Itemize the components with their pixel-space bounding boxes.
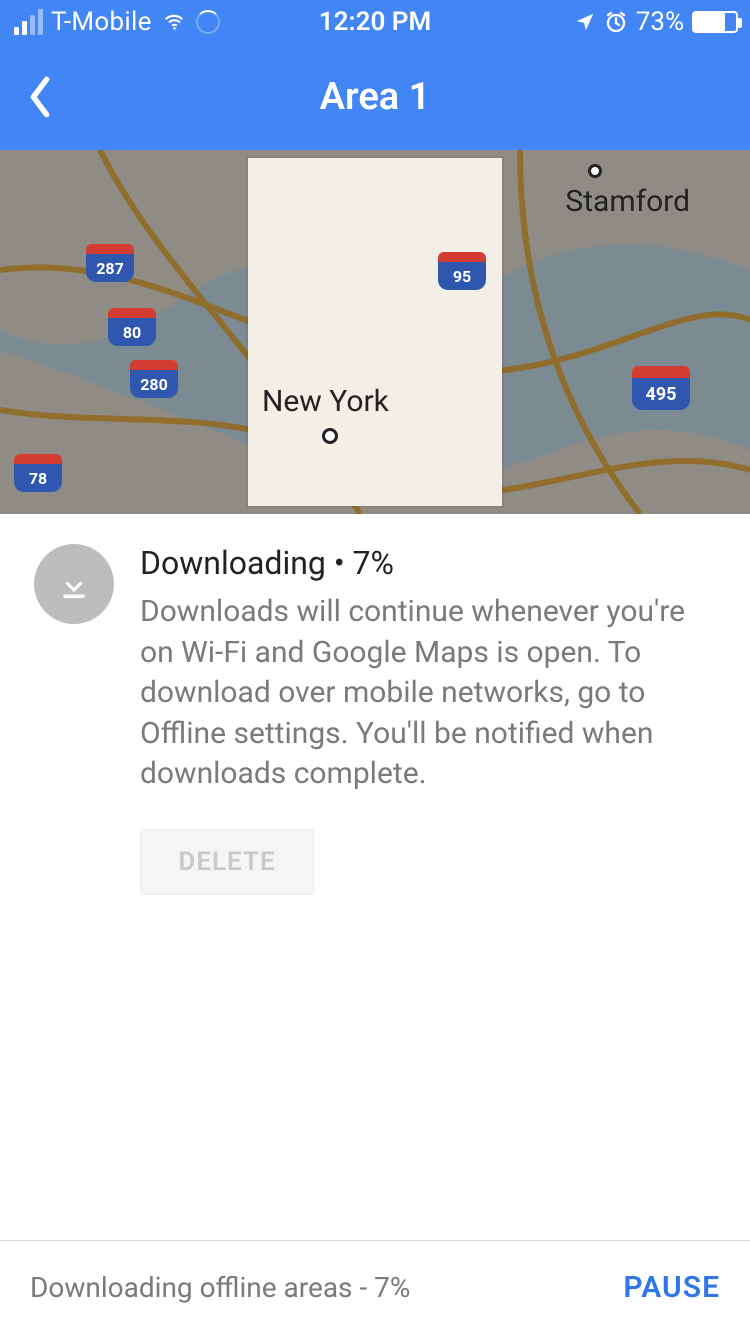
download-status: Downloading • 7% xyxy=(140,544,722,582)
map-city-label: New York xyxy=(262,384,389,419)
bottom-bar: Downloading offline areas - 7% PAUSE xyxy=(0,1240,750,1334)
pause-button[interactable]: PAUSE xyxy=(623,1270,720,1305)
back-button[interactable] xyxy=(16,73,64,121)
map-selection-window: 95 xyxy=(248,158,502,506)
page-title: Area 1 xyxy=(0,75,750,119)
battery-fill xyxy=(694,13,725,31)
delete-button[interactable]: DELETE xyxy=(140,829,314,895)
interstate-shield-icon: 95 xyxy=(438,252,486,290)
status-bar: T-Mobile 12:20 PM 73% xyxy=(0,0,750,44)
map-preview[interactable]: 287 80 280 78 495 Stamford 95 New York xyxy=(0,150,750,514)
clock: 12:20 PM xyxy=(0,7,750,37)
chevron-left-icon xyxy=(26,75,54,119)
download-icon xyxy=(34,544,114,624)
bottom-status-text: Downloading offline areas - 7% xyxy=(30,1271,410,1304)
download-description: Downloads will continue whenever you're … xyxy=(140,592,722,795)
app-header: Area 1 xyxy=(0,44,750,150)
map-city-marker xyxy=(322,428,338,444)
content-body: Downloading • 7% Downloads will continue… xyxy=(0,514,750,1240)
battery-icon xyxy=(692,11,738,33)
